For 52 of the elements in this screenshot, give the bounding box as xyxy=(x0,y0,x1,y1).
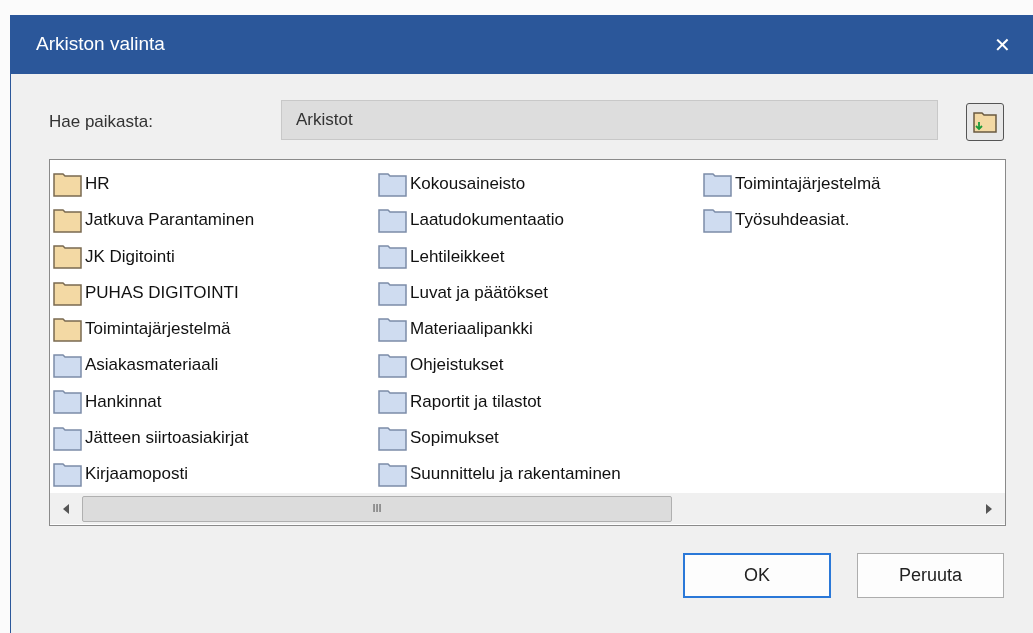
folder-icon xyxy=(53,352,83,379)
browse-folder-button[interactable] xyxy=(966,103,1004,141)
archive-list-item[interactable]: Jätteen siirtoasiakirjat xyxy=(53,420,378,455)
archive-list-item[interactable]: Ohjeistukset xyxy=(378,348,703,383)
folder-icon xyxy=(378,388,408,415)
scroll-left-icon[interactable] xyxy=(62,503,70,514)
location-label: Hae paikasta: xyxy=(49,111,154,134)
archive-list-item[interactable]: JK Digitointi xyxy=(53,239,378,274)
archive-list-item[interactable]: PUHAS DIGITOINTI xyxy=(53,275,378,310)
archive-list-item[interactable]: Hankinnat xyxy=(53,384,378,419)
folder-icon xyxy=(378,352,408,379)
archive-list-item[interactable]: Kirjaamoposti xyxy=(53,456,378,491)
archive-list-item[interactable]: Suunnittelu ja rakentaminen xyxy=(378,456,703,491)
close-button[interactable]: ✕ xyxy=(994,34,1011,55)
location-field[interactable]: Arkistot xyxy=(281,100,938,140)
window-title: Arkiston valinta xyxy=(36,32,165,57)
archive-list-item[interactable]: Raportit ja tilastot xyxy=(378,384,703,419)
folder-icon xyxy=(703,171,733,197)
folder-icon xyxy=(53,388,83,415)
folder-icon xyxy=(703,207,733,234)
folder-icon xyxy=(53,207,83,234)
scrollbar-thumb[interactable]: III xyxy=(82,495,672,522)
folder-icon xyxy=(53,315,83,342)
folder-icon xyxy=(53,279,83,306)
folder-icon xyxy=(378,424,408,451)
archive-list-item[interactable]: Sopimukset xyxy=(378,420,703,455)
folder-icon xyxy=(378,207,408,234)
folder-icon xyxy=(972,110,998,134)
folder-icon xyxy=(378,460,408,487)
folder-icon xyxy=(378,315,408,342)
archive-list-item[interactable]: Toimintajärjestelmä xyxy=(703,167,1028,201)
archive-list-item[interactable]: Materiaalipankki xyxy=(378,311,703,346)
archive-list-item[interactable]: Lehtileikkeet xyxy=(378,239,703,274)
dialog-button[interactable]: Peruuta xyxy=(857,553,1004,598)
archive-list-item[interactable]: HR xyxy=(53,167,378,201)
horizontal-scrollbar[interactable]: III xyxy=(50,493,1005,524)
archive-list-item[interactable]: Luvat ja päätökset xyxy=(378,275,703,310)
folder-icon xyxy=(53,460,83,487)
archive-list-item[interactable]: Toimintajärjestelmä xyxy=(53,311,378,346)
folder-icon xyxy=(378,279,408,306)
folder-icon xyxy=(53,243,83,270)
archive-list-item[interactable]: Asiakasmateriaali xyxy=(53,348,378,383)
archive-list-item[interactable]: Jatkuva Parantaminen xyxy=(53,203,378,238)
dialog-button[interactable]: OK xyxy=(683,553,831,598)
archive-list-item[interactable]: Laatudokumentaatio xyxy=(378,203,703,238)
folder-icon xyxy=(378,243,408,270)
archive-list-item[interactable]: Työsuhdeasiat. xyxy=(703,203,1028,238)
folder-icon xyxy=(53,424,83,451)
archive-list-item[interactable]: Kokousaineisto xyxy=(378,167,703,201)
folder-icon xyxy=(53,171,83,197)
folder-icon xyxy=(378,171,408,197)
scroll-right-icon[interactable] xyxy=(985,503,993,514)
